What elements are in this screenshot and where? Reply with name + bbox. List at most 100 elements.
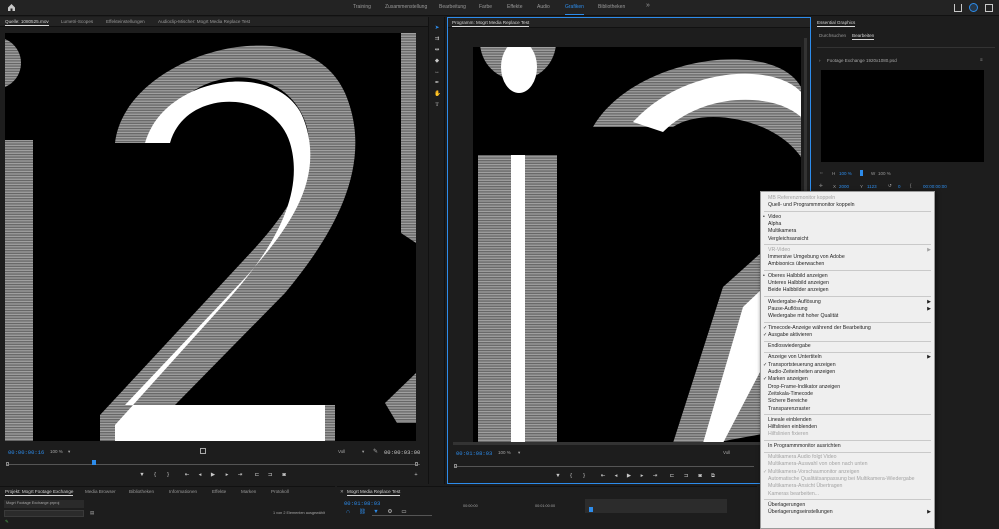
export-frame-icon[interactable]: ◙ [281,472,287,478]
eg-tab-browse[interactable]: Durchsuchen [819,33,846,38]
eg-y-value[interactable]: 1123 [867,184,877,189]
add-marker-icon[interactable]: ▼ [139,472,145,478]
menu-item[interactable]: Transparenzraster [768,406,810,412]
tab-source[interactable]: Quelle: 1080525.mov [5,19,49,26]
menu-item[interactable]: Immersive Umgebung von Adobe [768,254,845,260]
menu-item[interactable]: Lineale einblenden [768,417,812,423]
timeline-work-area[interactable] [585,499,727,513]
menu-item[interactable]: Überlagerungen [768,502,805,508]
mark-out-icon[interactable]: } [165,472,171,478]
go-to-in-icon[interactable]: ⇤ [184,472,190,478]
hand-tool-icon[interactable]: ✋ [434,91,441,97]
source-in-handle[interactable] [6,462,9,466]
menu-item[interactable]: Ambisonics überwachen [768,261,824,267]
project-search-input[interactable] [4,510,84,517]
layer-collapse-icon[interactable]: › [819,58,821,63]
program-zoom-select[interactable]: 100 % [498,450,511,455]
eg-timecode-value[interactable]: 00:00:00:00 [923,184,947,189]
eg-layer-menu-icon[interactable]: ≡ [980,57,983,62]
program-export-frame-icon[interactable]: ◙ [697,473,703,479]
tab-markers[interactable]: Marken [241,489,256,494]
slip-tool-icon[interactable]: ↔ [434,69,440,75]
menu-item[interactable]: Alpha [768,221,781,227]
source-quality-select[interactable]: Voll [338,449,345,454]
snap-icon[interactable]: ∩ [345,509,351,515]
workspace-tab-effects[interactable]: Effekte [507,4,522,10]
menu-item[interactable]: Beide Halbbilder anzeigen [768,287,829,293]
overwrite-icon[interactable]: ⊐ [267,472,273,478]
timeline-zoom-slider[interactable] [372,515,432,516]
pen-tool-icon[interactable]: ✒ [434,80,440,86]
tab-effect-controls[interactable]: Effekteinstellungen [106,19,145,24]
linked-selection-icon[interactable]: ⛓ [359,509,366,515]
workspace-tab-audio[interactable]: Audio [537,4,550,10]
menu-item[interactable]: Pause-Auflösung [768,306,808,312]
source-zoom-select[interactable]: 100 % [50,449,63,454]
program-add-marker-icon[interactable]: ▼ [555,473,561,479]
program-zoom-chevron-icon[interactable]: ▾ [518,450,520,456]
source-timecode[interactable]: 00:00:00:16 [8,449,44,456]
eg-x-value[interactable]: 2000 [839,184,849,189]
menu-item[interactable]: Endloswiedergabe [768,343,811,349]
workspace-tab-color[interactable]: Farbe [479,4,492,10]
program-go-to-in-icon[interactable]: ⇤ [600,473,606,479]
menu-item[interactable]: Audio-Zeiteinheiten anzeigen [768,369,835,375]
add-button-icon[interactable]: + [413,472,419,478]
mark-in-icon[interactable]: { [152,472,158,478]
menu-item[interactable]: Unteres Halbbild anzeigen [768,280,829,286]
menu-item[interactable]: Zeitskala-Timecode [768,391,813,397]
go-to-out-icon[interactable]: ⇥ [237,472,243,478]
workspace-tab-graphics[interactable]: Grafiken [565,4,584,15]
tab-project[interactable]: Projekt: Mogrt Footage Exchange [5,489,74,496]
program-mark-out-icon[interactable]: } [581,473,587,479]
eg-w-value[interactable]: 100 % [878,171,891,176]
menu-item[interactable]: Sichere Bereiche [768,398,808,404]
eg-layer-name[interactable]: Footage Exchange 1920x1080.psd [827,58,897,63]
program-play-icon[interactable]: ▶ [626,473,632,479]
drop-icon[interactable] [200,448,206,454]
menu-item[interactable]: Video [768,214,781,220]
play-icon[interactable]: ▶ [210,472,216,478]
program-timecode[interactable]: 00:01:08:03 [456,450,492,457]
workspace-tab-libraries[interactable]: Bibliotheken [598,4,625,10]
source-playhead[interactable] [92,460,96,465]
ripple-edit-tool-icon[interactable]: ⇹ [434,47,440,53]
zoom-chevron-icon[interactable]: ▾ [68,449,70,455]
menu-item[interactable]: In Programmmonitor ausrichten [768,443,841,449]
tab-lumetri-scopes[interactable]: Lumetri-Scopes [61,19,93,24]
menu-item[interactable]: Drop-Frame-Indikator anzeigen [768,384,840,390]
share-icon[interactable] [954,4,962,12]
menu-item[interactable]: Transportsteuerung anzeigen [768,362,836,368]
razor-tool-icon[interactable]: ◆ [434,58,440,64]
program-video-frame[interactable] [473,47,801,443]
program-horizontal-scrollbar[interactable] [453,442,803,445]
menu-item[interactable]: Quell- und Programmmonitor koppeln [768,202,855,208]
menu-item[interactable]: Hilfslinien einblenden [768,424,817,430]
fullscreen-icon[interactable] [985,4,993,12]
project-file-name[interactable]: Mogrt Footage Exchange.prproj [6,501,59,505]
program-in-handle[interactable] [454,464,457,468]
menu-item[interactable]: Überlagerungseinstellungen [768,509,833,515]
program-lift-icon[interactable]: ⊏ [669,473,675,479]
menu-item[interactable]: Timecode-Anzeige während der Bearbeitung [768,325,871,331]
insert-icon[interactable]: ⊏ [254,472,260,478]
menu-item[interactable]: Wiedergabe mit hoher Qualität [768,313,838,319]
more-workspaces-icon[interactable]: » [646,2,650,9]
workspace-tab-assembly[interactable]: Zusammenstellung [385,4,427,10]
menu-item[interactable]: Wiedergabe-Auflösung [768,299,821,305]
eg-h-value[interactable]: 100 % [839,171,852,176]
tab-timeline[interactable]: Mogrt Media Replace Test [347,489,401,496]
tab-program[interactable]: Programm: Mogrt Media Replace Test [452,20,530,27]
program-go-to-out-icon[interactable]: ⇥ [652,473,658,479]
new-bin-icon[interactable]: ▤ [90,510,94,516]
menu-item[interactable]: Oberes Halbbild anzeigen [768,273,828,279]
workspace-tab-editing[interactable]: Bearbeitung [439,4,466,10]
tab-libraries[interactable]: Bibliotheken [129,489,154,494]
program-step-forward-icon[interactable]: ▸ [639,473,645,479]
eg-link-icon[interactable] [860,170,863,176]
timeline-timecode[interactable]: 00:01:08:03 [344,500,380,507]
menu-item[interactable]: Anzeige von Untertiteln [768,354,822,360]
source-scrub-bar[interactable] [6,464,420,465]
menu-item[interactable]: Ausgabe aktivieren [768,332,812,338]
workspace-tab-training[interactable]: Training [353,4,371,10]
